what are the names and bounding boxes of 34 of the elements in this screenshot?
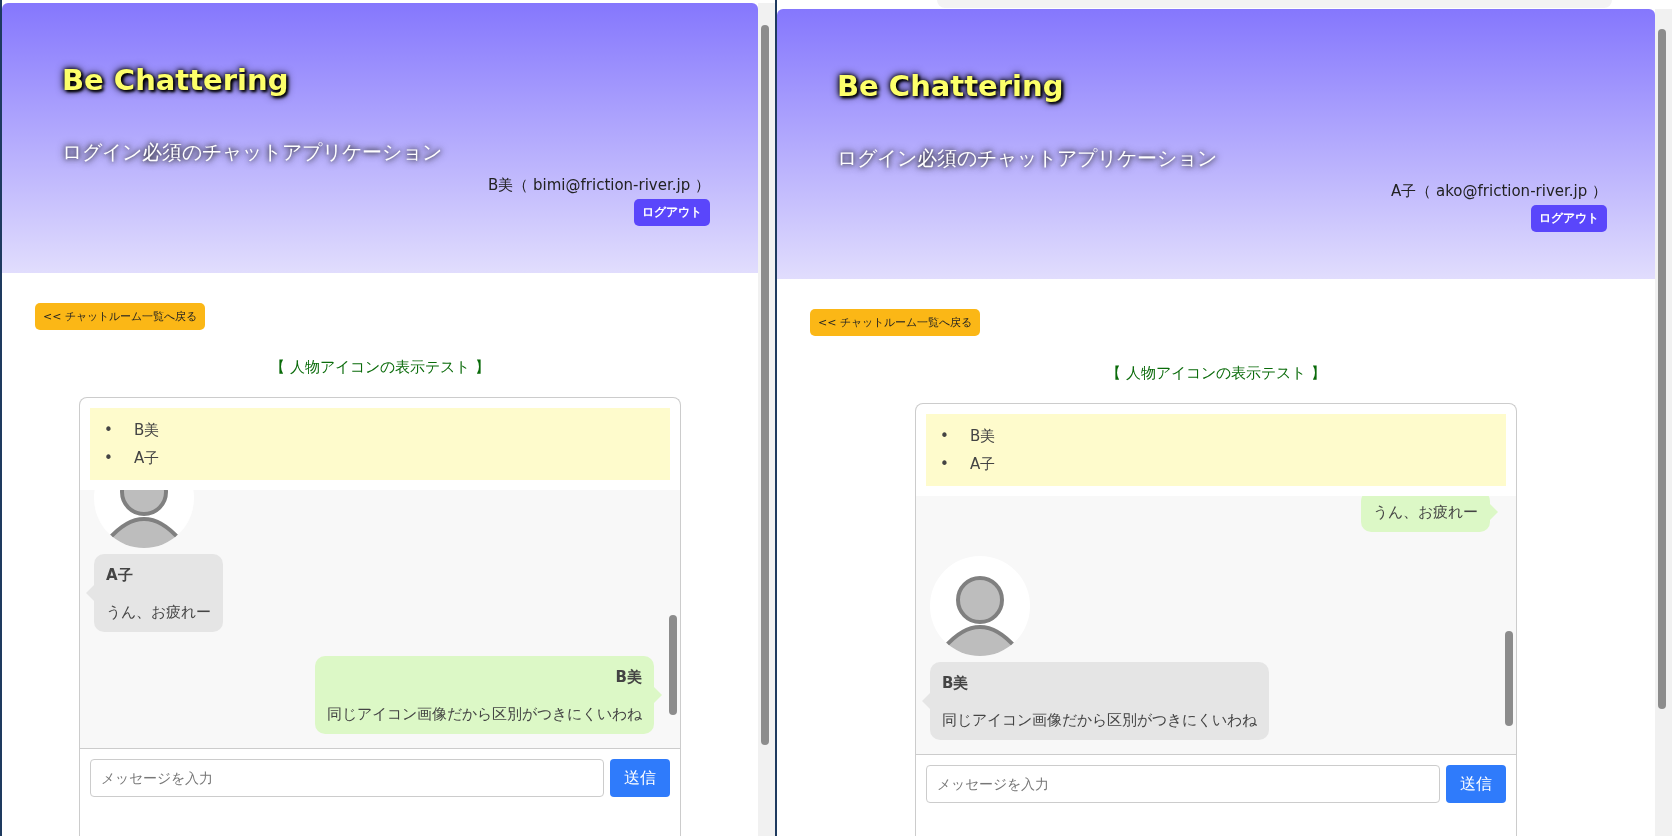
sender-name: A子 [106, 566, 134, 585]
message-input[interactable]: メッセージを入力 [90, 759, 604, 797]
app-subtitle: ログイン必須のチャットアプリケーション [62, 139, 442, 166]
member-name: B美 [970, 426, 996, 447]
send-button[interactable]: 送信 [1446, 765, 1506, 803]
message-input[interactable]: メッセージを入力 [926, 765, 1440, 803]
send-button[interactable]: 送信 [610, 759, 670, 797]
room-title: 【 人物アイコンの表示テスト 】 [1106, 364, 1326, 383]
logout-button[interactable]: ログアウト [1531, 205, 1607, 232]
message-text: 同じアイコン画像だから区別がつきにくいわね [327, 705, 642, 724]
scrollbar[interactable] [1655, 9, 1672, 836]
back-button[interactable]: << チャットルーム一覧へ戻る [810, 309, 980, 336]
bullet: • [104, 420, 114, 441]
member-name: A子 [134, 448, 160, 469]
bullet: • [104, 448, 114, 469]
avatar-icon [930, 556, 1030, 656]
sender-name: B美 [942, 674, 970, 693]
back-button[interactable]: << チャットルーム一覧へ戻る [35, 303, 205, 330]
member-name: B美 [134, 420, 160, 441]
app-subtitle: ログイン必須のチャットアプリケーション [837, 145, 1217, 172]
message-text: うん、お疲れー [106, 603, 211, 622]
sender-name: B美 [614, 668, 642, 687]
bullet: • [940, 426, 950, 447]
message-text: うん、お疲れー [1373, 503, 1478, 522]
app-title: Be Chattering [62, 63, 289, 97]
app-title: Be Chattering [837, 69, 1064, 103]
room-title: 【 人物アイコンの表示テスト 】 [270, 358, 490, 377]
scrollbar[interactable] [758, 3, 775, 836]
bullet: • [940, 454, 950, 475]
logout-button[interactable]: ログアウト [634, 199, 710, 226]
message-text: 同じアイコン画像だから区別がつきにくいわね [942, 711, 1257, 730]
user-info: B美（ bimi@friction-river.jp ） [488, 176, 710, 195]
member-name: A子 [970, 454, 996, 475]
user-info: A子（ ako@friction-river.jp ） [1391, 182, 1607, 201]
